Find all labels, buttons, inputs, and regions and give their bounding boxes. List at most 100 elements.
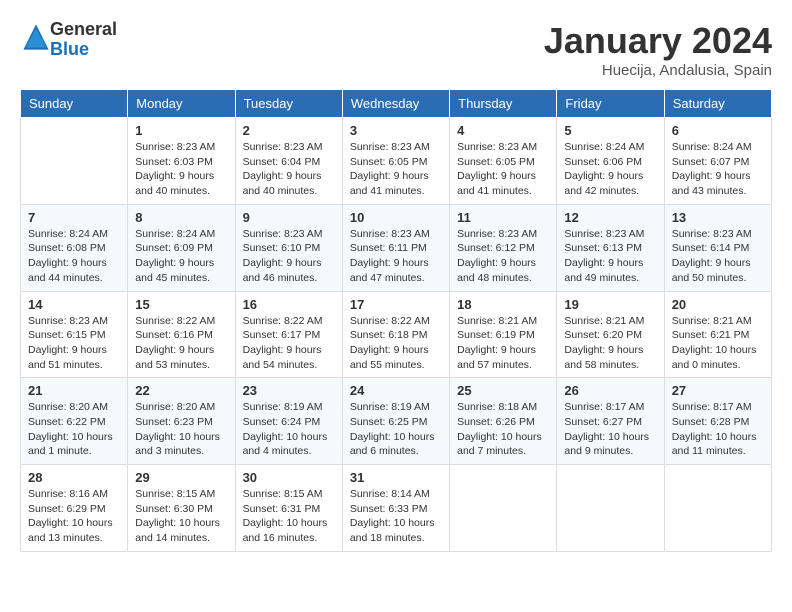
day-info: Sunrise: 8:19 AM Sunset: 6:25 PM Dayligh… [350,400,442,459]
day-info: Sunrise: 8:23 AM Sunset: 6:05 PM Dayligh… [350,140,442,199]
calendar-cell: 30 Sunrise: 8:15 AM Sunset: 6:31 PM Dayli… [235,465,342,552]
calendar-cell [450,465,557,552]
calendar-cell [21,118,128,205]
day-info: Sunrise: 8:23 AM Sunset: 6:15 PM Dayligh… [28,314,120,373]
day-number: 16 [243,297,335,312]
day-info: Sunrise: 8:17 AM Sunset: 6:27 PM Dayligh… [564,400,656,459]
calendar-cell: 27 Sunrise: 8:17 AM Sunset: 6:28 PM Dayli… [664,378,771,465]
calendar-cell: 15 Sunrise: 8:22 AM Sunset: 6:16 PM Dayli… [128,291,235,378]
day-info: Sunrise: 8:22 AM Sunset: 6:16 PM Dayligh… [135,314,227,373]
calendar-cell: 1Sunrise: 8:23 AM Sunset: 6:03 PM Daylig… [128,118,235,205]
day-number: 22 [135,383,227,398]
day-number: 24 [350,383,442,398]
calendar-cell: 5 Sunrise: 8:24 AM Sunset: 6:06 PM Daylig… [557,118,664,205]
day-info: Sunrise: 8:24 AM Sunset: 6:06 PM Dayligh… [564,140,656,199]
calendar-week-row: 28 Sunrise: 8:16 AM Sunset: 6:29 PM Dayli… [21,465,772,552]
calendar-cell: 11Sunrise: 8:23 AM Sunset: 6:12 PM Dayli… [450,204,557,291]
day-info: Sunrise: 8:22 AM Sunset: 6:18 PM Dayligh… [350,314,442,373]
calendar-cell: 22 Sunrise: 8:20 AM Sunset: 6:23 PM Dayli… [128,378,235,465]
location: Huecija, Andalusia, Spain [544,62,772,79]
calendar-week-row: 14 Sunrise: 8:23 AM Sunset: 6:15 PM Dayli… [21,291,772,378]
calendar-cell: 12 Sunrise: 8:23 AM Sunset: 6:13 PM Dayli… [557,204,664,291]
day-info: Sunrise: 8:24 AM Sunset: 6:07 PM Dayligh… [672,140,764,199]
day-info: Sunrise: 8:23 AM Sunset: 6:14 PM Dayligh… [672,227,764,286]
page-header: General Blue January 2024 Huecija, Andal… [20,20,772,79]
day-number: 6 [672,123,764,138]
day-info: Sunrise: 8:24 AM Sunset: 6:08 PM Dayligh… [28,227,120,286]
calendar-cell: 2 Sunrise: 8:23 AM Sunset: 6:04 PM Daylig… [235,118,342,205]
calendar-cell: 7 Sunrise: 8:24 AM Sunset: 6:08 PM Daylig… [21,204,128,291]
calendar-cell: 13Sunrise: 8:23 AM Sunset: 6:14 PM Dayli… [664,204,771,291]
day-info: Sunrise: 8:23 AM Sunset: 6:13 PM Dayligh… [564,227,656,286]
day-info: Sunrise: 8:18 AM Sunset: 6:26 PM Dayligh… [457,400,549,459]
day-number: 29 [135,470,227,485]
weekday-header-sunday: Sunday [21,90,128,118]
calendar-cell: 14 Sunrise: 8:23 AM Sunset: 6:15 PM Dayli… [21,291,128,378]
calendar-cell [664,465,771,552]
logo-text: General Blue [50,20,117,60]
weekday-header-monday: Monday [128,90,235,118]
day-info: Sunrise: 8:24 AM Sunset: 6:09 PM Dayligh… [135,227,227,286]
day-number: 11 [457,210,549,225]
day-info: Sunrise: 8:21 AM Sunset: 6:19 PM Dayligh… [457,314,549,373]
day-number: 25 [457,383,549,398]
weekday-header-thursday: Thursday [450,90,557,118]
day-number: 27 [672,383,764,398]
day-number: 4 [457,123,549,138]
calendar-cell: 3Sunrise: 8:23 AM Sunset: 6:05 PM Daylig… [342,118,449,205]
calendar-cell: 28 Sunrise: 8:16 AM Sunset: 6:29 PM Dayli… [21,465,128,552]
calendar-cell: 24 Sunrise: 8:19 AM Sunset: 6:25 PM Dayli… [342,378,449,465]
day-number: 19 [564,297,656,312]
weekday-header-saturday: Saturday [664,90,771,118]
day-number: 5 [564,123,656,138]
weekday-header-friday: Friday [557,90,664,118]
calendar-cell: 4Sunrise: 8:23 AM Sunset: 6:05 PM Daylig… [450,118,557,205]
day-number: 7 [28,210,120,225]
day-info: Sunrise: 8:23 AM Sunset: 6:10 PM Dayligh… [243,227,335,286]
weekday-header-wednesday: Wednesday [342,90,449,118]
logo: General Blue [20,20,117,60]
calendar-week-row: 1Sunrise: 8:23 AM Sunset: 6:03 PM Daylig… [21,118,772,205]
calendar-cell: 8 Sunrise: 8:24 AM Sunset: 6:09 PM Daylig… [128,204,235,291]
calendar-body: 1Sunrise: 8:23 AM Sunset: 6:03 PM Daylig… [21,118,772,552]
calendar-cell: 17 Sunrise: 8:22 AM Sunset: 6:18 PM Dayli… [342,291,449,378]
calendar-cell: 25 Sunrise: 8:18 AM Sunset: 6:26 PM Dayli… [450,378,557,465]
title-block: January 2024 Huecija, Andalusia, Spain [544,20,772,79]
day-info: Sunrise: 8:20 AM Sunset: 6:22 PM Dayligh… [28,400,120,459]
day-number: 17 [350,297,442,312]
day-info: Sunrise: 8:20 AM Sunset: 6:23 PM Dayligh… [135,400,227,459]
day-info: Sunrise: 8:23 AM Sunset: 6:11 PM Dayligh… [350,227,442,286]
calendar-cell: 19 Sunrise: 8:21 AM Sunset: 6:20 PM Dayli… [557,291,664,378]
day-number: 26 [564,383,656,398]
day-number: 2 [243,123,335,138]
calendar-table: SundayMondayTuesdayWednesdayThursdayFrid… [20,89,772,552]
day-info: Sunrise: 8:17 AM Sunset: 6:28 PM Dayligh… [672,400,764,459]
weekday-header-row: SundayMondayTuesdayWednesdayThursdayFrid… [21,90,772,118]
day-number: 12 [564,210,656,225]
day-number: 30 [243,470,335,485]
day-number: 20 [672,297,764,312]
day-info: Sunrise: 8:21 AM Sunset: 6:20 PM Dayligh… [564,314,656,373]
logo-icon [22,23,50,51]
day-number: 31 [350,470,442,485]
day-info: Sunrise: 8:23 AM Sunset: 6:04 PM Dayligh… [243,140,335,199]
day-info: Sunrise: 8:14 AM Sunset: 6:33 PM Dayligh… [350,487,442,546]
calendar-cell: 31 Sunrise: 8:14 AM Sunset: 6:33 PM Dayli… [342,465,449,552]
calendar-cell: 16 Sunrise: 8:22 AM Sunset: 6:17 PM Dayli… [235,291,342,378]
day-number: 10 [350,210,442,225]
day-number: 28 [28,470,120,485]
day-number: 14 [28,297,120,312]
month-title: January 2024 [544,20,772,62]
day-number: 8 [135,210,227,225]
calendar-cell: 10 Sunrise: 8:23 AM Sunset: 6:11 PM Dayli… [342,204,449,291]
calendar-cell: 26 Sunrise: 8:17 AM Sunset: 6:27 PM Dayli… [557,378,664,465]
day-info: Sunrise: 8:15 AM Sunset: 6:30 PM Dayligh… [135,487,227,546]
day-info: Sunrise: 8:23 AM Sunset: 6:03 PM Dayligh… [135,140,227,199]
calendar-cell: 18Sunrise: 8:21 AM Sunset: 6:19 PM Dayli… [450,291,557,378]
day-info: Sunrise: 8:16 AM Sunset: 6:29 PM Dayligh… [28,487,120,546]
calendar-week-row: 21Sunrise: 8:20 AM Sunset: 6:22 PM Dayli… [21,378,772,465]
day-number: 15 [135,297,227,312]
day-info: Sunrise: 8:22 AM Sunset: 6:17 PM Dayligh… [243,314,335,373]
calendar-cell: 23Sunrise: 8:19 AM Sunset: 6:24 PM Dayli… [235,378,342,465]
day-info: Sunrise: 8:15 AM Sunset: 6:31 PM Dayligh… [243,487,335,546]
